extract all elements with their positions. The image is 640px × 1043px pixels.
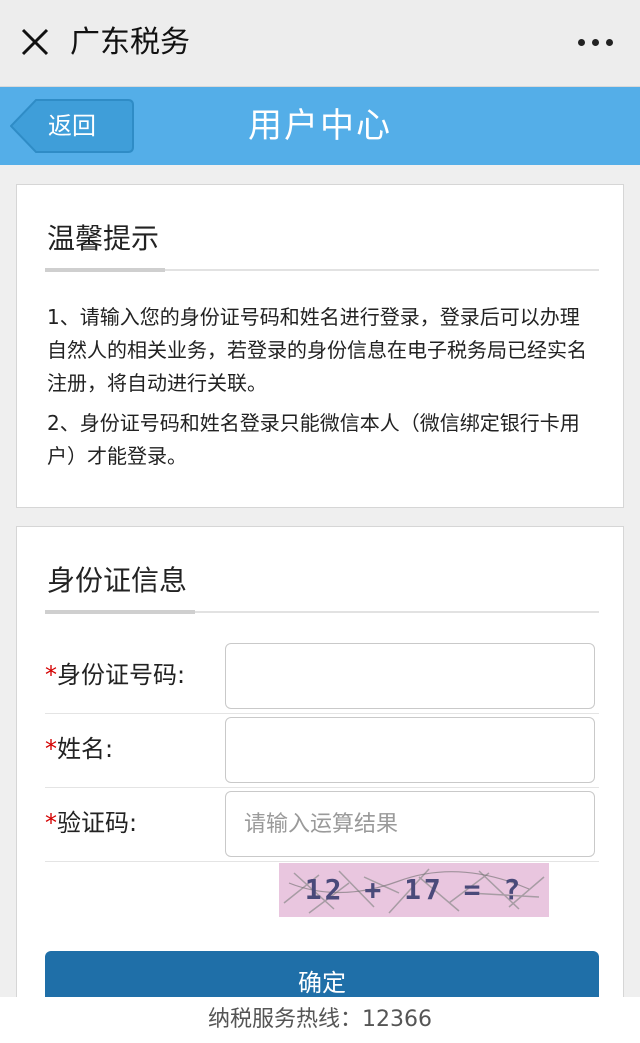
name-input[interactable] bbox=[225, 717, 595, 783]
id-number-row: *身份证号码: bbox=[45, 643, 599, 715]
wechat-title-bar: 广东税务 bbox=[0, 0, 640, 87]
wechat-title: 广东税务 bbox=[70, 25, 190, 60]
tips-card: 温馨提示 1、请输入您的身份证号码和姓名进行登录，登录后可以办理自然人的相关业务… bbox=[16, 184, 624, 508]
id-number-input[interactable] bbox=[225, 643, 595, 709]
captcha-input[interactable] bbox=[225, 791, 595, 857]
required-mark: * bbox=[45, 735, 57, 763]
required-mark: * bbox=[45, 809, 57, 837]
hotline-footer: 纳税服务热线：12366 bbox=[0, 997, 640, 1043]
page-header: 返回 用户中心 bbox=[0, 87, 640, 165]
id-info-divider bbox=[45, 610, 599, 614]
name-label: *姓名: bbox=[45, 735, 114, 763]
captcha-label: *验证码: bbox=[45, 809, 138, 837]
page: 广东税务 返回 用户中心 温馨提示 1、请输入您的身份证号码和姓名进行登录，登录… bbox=[0, 0, 640, 1043]
row-divider bbox=[45, 713, 599, 714]
id-info-card: 身份证信息 *身份证号码: *姓名: *验证码: 12 + 17 = ? 确定 bbox=[16, 526, 624, 1015]
tips-title: 温馨提示 bbox=[47, 222, 160, 255]
captcha-row: *验证码: bbox=[45, 791, 599, 863]
tip-item-1: 1、请输入您的身份证号码和姓名进行登录，登录后可以办理自然人的相关业务，若登录的… bbox=[47, 305, 587, 395]
name-row: *姓名: bbox=[45, 717, 599, 789]
captcha-image[interactable]: 12 + 17 = ? bbox=[279, 863, 549, 917]
more-dots-icon[interactable] bbox=[576, 30, 616, 54]
page-title: 用户中心 bbox=[248, 106, 392, 146]
row-divider bbox=[45, 787, 599, 788]
required-mark: * bbox=[45, 661, 57, 689]
tips-divider bbox=[45, 268, 599, 272]
tip-item-2: 2、身份证号码和姓名登录只能微信本人（微信绑定银行卡用户）才能登录。 bbox=[47, 411, 580, 468]
row-divider bbox=[45, 861, 599, 862]
captcha-text: 12 + 17 = ? bbox=[304, 873, 524, 906]
id-info-title: 身份证信息 bbox=[47, 564, 188, 597]
id-number-label: *身份证号码: bbox=[45, 661, 186, 689]
close-icon[interactable] bbox=[20, 27, 50, 57]
